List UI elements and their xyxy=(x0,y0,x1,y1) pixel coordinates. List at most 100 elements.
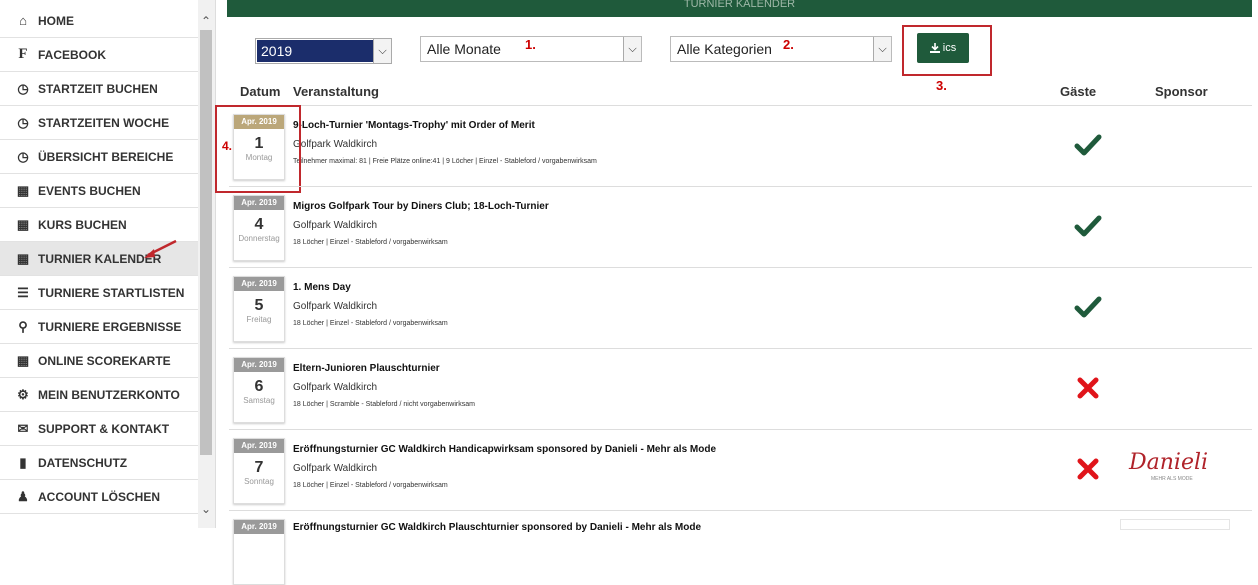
event-row[interactable]: Apr. 2019 4 Donnerstag Migros Golfpark T… xyxy=(229,186,1252,266)
sidebar-item-home[interactable]: ⌂ HOME xyxy=(0,4,198,38)
page-header-bar: TURNIER KALENDER xyxy=(227,0,1252,17)
sidebar-scrollbar[interactable]: ⌃ ⌄ xyxy=(198,0,215,528)
sponsor-name: Danieli xyxy=(1129,450,1209,475)
check-icon xyxy=(1074,134,1102,156)
book-icon: ▮ xyxy=(19,454,27,470)
event-day: 6 xyxy=(254,378,264,395)
chevron-down-icon[interactable]: ⌵ xyxy=(623,37,641,61)
event-weekday: Samstag xyxy=(243,396,275,405)
event-weekday: Freitag xyxy=(246,315,272,324)
sidebar-item-kurs-buchen[interactable]: ▦ KURS BUCHEN xyxy=(0,208,198,242)
event-row[interactable]: Apr. 2019 6 Samstag Eltern-Junioren Plau… xyxy=(229,348,1252,428)
sidebar-item-datenschutz[interactable]: ▮ DATENSCHUTZ xyxy=(0,446,198,480)
sponsor-tagline: MEHR ALS MODE xyxy=(1151,476,1193,482)
event-place: Golfpark Waldkirch xyxy=(293,220,378,231)
event-row[interactable]: Apr. 2019 5 Freitag 1. Mens Day Golfpark… xyxy=(229,267,1252,347)
facebook-icon: f xyxy=(18,46,28,62)
annotation-box-ics xyxy=(902,25,992,76)
event-day: 7 xyxy=(254,459,264,476)
event-row[interactable]: Apr. 2019 7 Sonntag Eröffnungsturnier GC… xyxy=(229,429,1252,509)
event-row[interactable]: Apr. 2019 1 Montag 9-Loch-Turnier 'Monta… xyxy=(229,105,1252,185)
column-header-guests: Gäste xyxy=(1060,84,1097,99)
annotation-label-1: 1. xyxy=(525,37,536,52)
sidebar-item-turniere-ergebnisse[interactable]: ⚲ TURNIERE ERGEBNISSE xyxy=(0,310,198,344)
event-date-badge: Apr. 2019 6 Samstag xyxy=(233,357,285,423)
scroll-up-icon[interactable]: ⌃ xyxy=(201,14,211,28)
sidebar-item-uebersicht-bereiche[interactable]: ◷ ÜBERSICHT BEREICHE xyxy=(0,140,198,174)
event-place: Golfpark Waldkirch xyxy=(293,301,378,312)
event-weekday: Donnerstag xyxy=(238,234,280,243)
chevron-down-icon[interactable]: ⌵ xyxy=(373,39,391,63)
sidebar-item-startzeit-buchen[interactable]: ◷ STARTZEIT BUCHEN xyxy=(0,72,198,106)
sidebar-item-support-kontakt[interactable]: ✉ SUPPORT & KONTAKT xyxy=(0,412,198,446)
event-day: 5 xyxy=(254,297,264,314)
sponsor-logo[interactable]: Danieli MEHR ALS MODE xyxy=(1129,450,1209,490)
category-select[interactable]: Alle Kategorien ⌵ xyxy=(670,36,892,62)
event-info: 18 Löcher | Scramble - Stableford / nich… xyxy=(293,401,475,408)
main-content: TURNIER KALENDER 2019 ⌵ Alle Monate ⌵ 1.… xyxy=(215,0,1258,585)
filter-bar: 2019 ⌵ Alle Monate ⌵ 1. Alle Kategorien … xyxy=(215,30,1255,70)
event-month: Apr. 2019 xyxy=(234,196,284,210)
column-header-sponsor: Sponsor xyxy=(1155,84,1208,99)
year-select[interactable]: 2019 ⌵ xyxy=(255,38,392,64)
cross-icon xyxy=(1077,458,1099,480)
sidebar: ⌂ HOME f FACEBOOK ◷ STARTZEIT BUCHEN ◷ START… xyxy=(0,0,216,528)
trophy-icon: ⚲ xyxy=(18,318,28,334)
event-title[interactable]: Eröffnungsturnier GC Waldkirch Handicapw… xyxy=(293,444,716,455)
event-date-badge: Apr. 2019 4 Donnerstag xyxy=(233,195,285,261)
event-place: Golfpark Waldkirch xyxy=(293,463,378,474)
annotation-label-2: 2. xyxy=(783,37,794,52)
sidebar-item-facebook[interactable]: f FACEBOOK xyxy=(0,38,198,72)
event-title[interactable]: 1. Mens Day xyxy=(293,282,351,293)
user-icon: ♟ xyxy=(17,488,29,504)
annotation-label-4: 4. xyxy=(222,139,233,153)
home-icon: ⌂ xyxy=(19,13,27,28)
column-header-event: Veranstaltung xyxy=(293,84,379,99)
year-select-value: 2019 xyxy=(257,40,377,62)
event-title[interactable]: 9-Loch-Turnier 'Montags-Trophy' mit Orde… xyxy=(293,120,535,131)
month-select-value: Alle Monate xyxy=(427,41,501,57)
event-title[interactable]: Eltern-Junioren Plauschturnier xyxy=(293,363,440,374)
event-date-badge: Apr. 2019 xyxy=(233,519,285,585)
event-month: Apr. 2019 xyxy=(234,520,284,534)
sidebar-item-startzeiten-woche[interactable]: ◷ STARTZEITEN WOCHE xyxy=(0,106,198,140)
sidebar-item-online-scorekarte[interactable]: ▦ ONLINE SCOREKARTE xyxy=(0,344,198,378)
category-select-value: Alle Kategorien xyxy=(677,41,772,57)
event-info: 18 Löcher | Einzel - Stableford / vorgab… xyxy=(293,320,448,327)
cross-icon xyxy=(1077,377,1099,399)
calendar-icon: ▦ xyxy=(16,250,30,266)
scrollbar-thumb[interactable] xyxy=(200,30,212,455)
event-title[interactable]: Migros Golfpark Tour by Diners Club; 18-… xyxy=(293,201,549,212)
event-month: Apr. 2019 xyxy=(234,358,284,372)
event-month: Apr. 2019 xyxy=(234,277,284,291)
event-row[interactable]: Apr. 2019 Eröffnungsturnier GC Waldkirch… xyxy=(229,510,1252,585)
page-title: TURNIER KALENDER xyxy=(683,0,796,10)
table-header: Datum Veranstaltung Gäste Sponsor xyxy=(215,82,1255,104)
check-icon xyxy=(1074,215,1102,237)
list-icon: ☰ xyxy=(17,284,29,300)
sidebar-item-account-loeschen[interactable]: ♟ ACCOUNT LÖSCHEN xyxy=(0,480,198,514)
event-place: Golfpark Waldkirch xyxy=(293,382,378,393)
column-header-date: Datum xyxy=(240,84,281,99)
envelope-icon: ✉ xyxy=(17,420,29,436)
clock-icon: ◷ xyxy=(17,114,29,130)
chevron-down-icon[interactable]: ⌵ xyxy=(873,37,891,61)
clock-icon: ◷ xyxy=(17,148,29,164)
gears-icon: ⚙ xyxy=(17,386,29,402)
floating-widget[interactable] xyxy=(1120,519,1230,530)
sidebar-item-turniere-startlisten[interactable]: ☰ TURNIERE STARTLISTEN xyxy=(0,276,198,310)
annotation-arrow-icon xyxy=(144,239,177,258)
event-info: Teilnehmer maximal: 81 | Freie Plätze on… xyxy=(293,158,597,165)
event-weekday: Sonntag xyxy=(244,477,274,486)
event-place: Golfpark Waldkirch xyxy=(293,139,378,150)
scroll-down-icon[interactable]: ⌄ xyxy=(201,502,211,516)
sidebar-item-mein-benutzerkonto[interactable]: ⚙ MEIN BENUTZERKONTO xyxy=(0,378,198,412)
sidebar-item-events-buchen[interactable]: ▦ EVENTS BUCHEN xyxy=(0,174,198,208)
event-info: 18 Löcher | Einzel - Stableford / vorgab… xyxy=(293,239,448,246)
table-icon: ▦ xyxy=(16,352,30,368)
event-info: 18 Löcher | Einzel - Stableford / vorgab… xyxy=(293,482,448,489)
clock-icon: ◷ xyxy=(17,80,29,96)
calendar-icon: ▦ xyxy=(16,182,30,198)
event-date-badge: Apr. 2019 5 Freitag xyxy=(233,276,285,342)
calendar-icon: ▦ xyxy=(16,216,30,232)
